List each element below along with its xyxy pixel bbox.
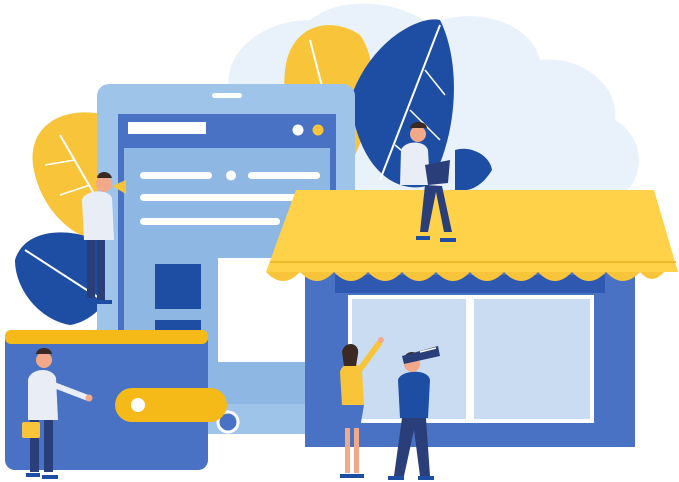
device-dot-white <box>292 124 304 136</box>
device-dot-yellow <box>312 124 324 136</box>
online-store-illustration <box>0 0 679 482</box>
device-title-bar <box>128 122 206 134</box>
briefcase-icon <box>22 422 40 438</box>
illustration-canvas <box>5 3 678 480</box>
awning <box>266 190 678 281</box>
